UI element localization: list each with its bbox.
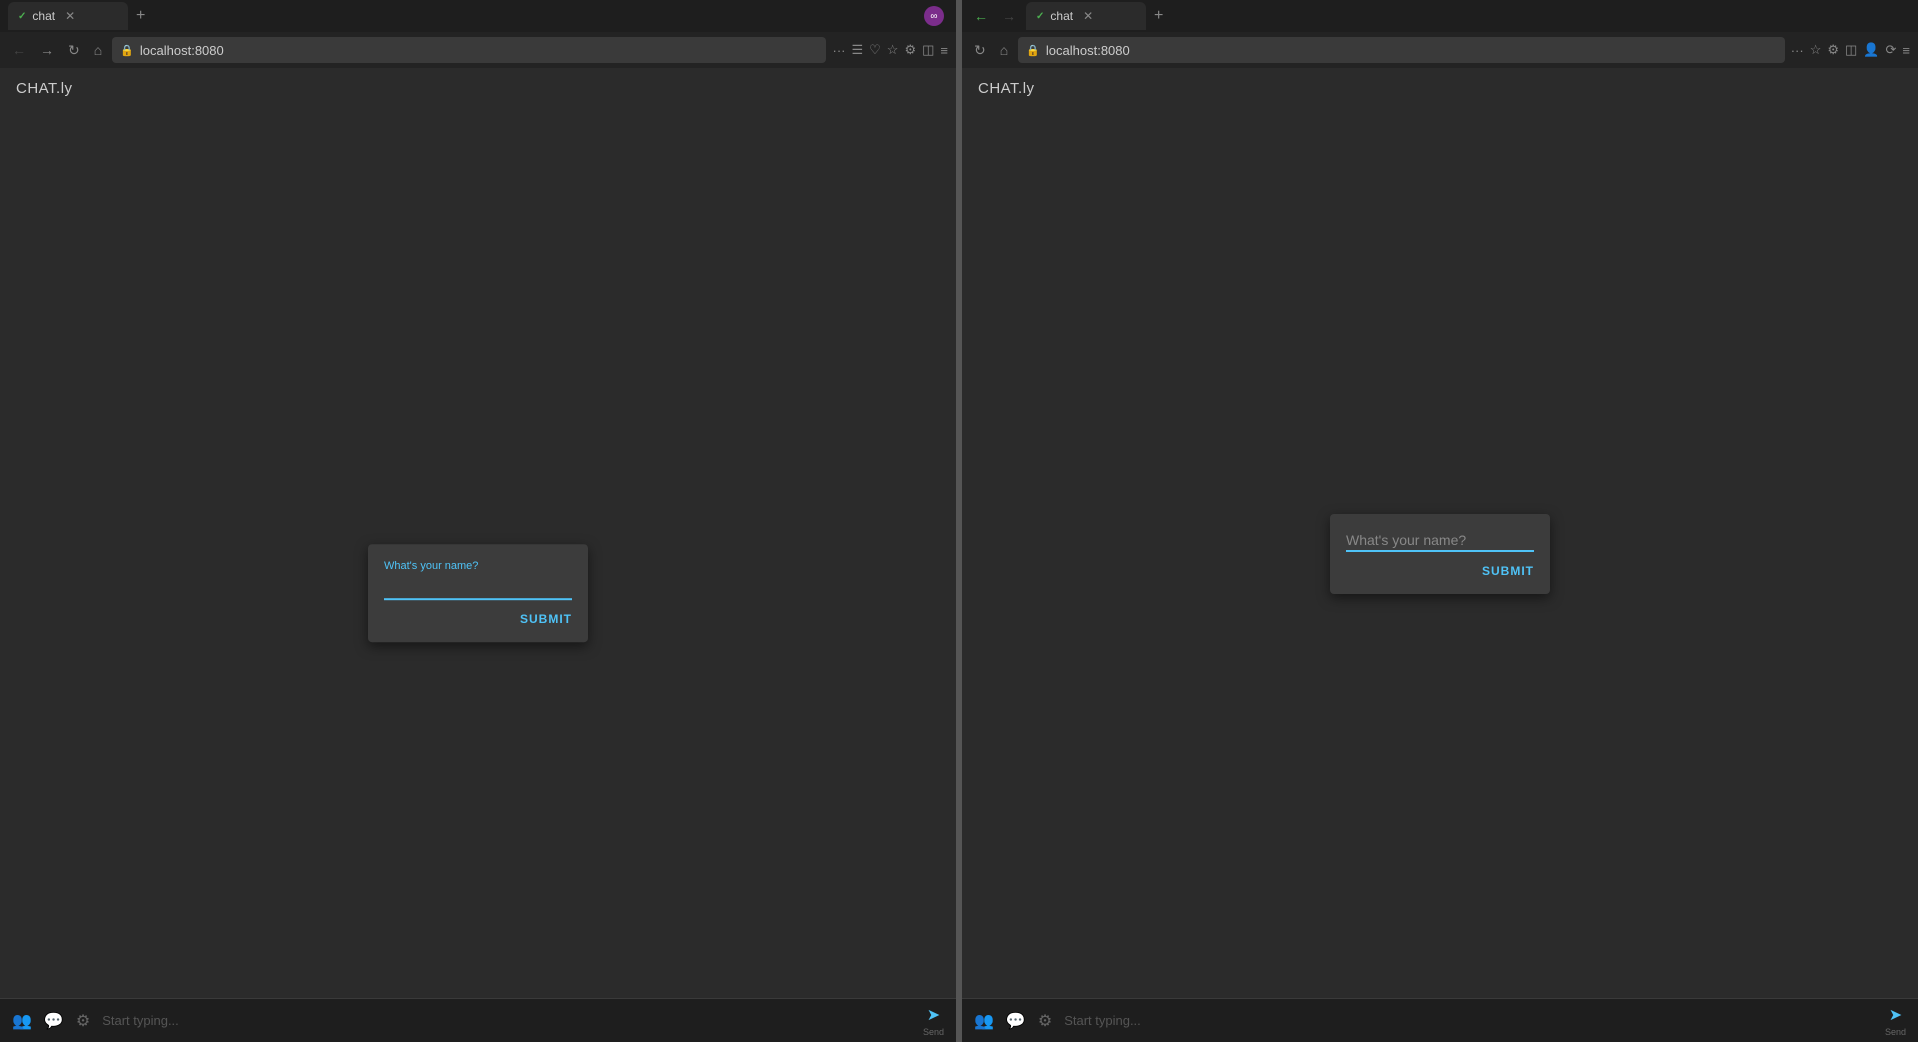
left-reload-button[interactable]: ↻ xyxy=(64,40,84,61)
right-active-tab[interactable]: ✓ chat ✕ xyxy=(1026,2,1146,30)
right-users-icon-nav[interactable]: 👤 xyxy=(1863,42,1879,58)
left-forward-button[interactable]: → xyxy=(36,40,58,60)
left-tab-title: chat xyxy=(32,9,55,23)
left-bottom-bar: 👥 💬 ⚙ ➤ Send xyxy=(0,998,956,1042)
right-dialog-submit-area: SUBMIT xyxy=(1346,564,1534,578)
right-name-input[interactable] xyxy=(1346,530,1534,552)
right-chat-bubble-icon[interactable]: 💬 xyxy=(1006,1011,1026,1031)
left-sync-icon: ∞ xyxy=(924,6,944,26)
left-reader-icon[interactable]: ☰ xyxy=(851,42,863,58)
right-tab-close-button[interactable]: ✕ xyxy=(1083,9,1093,23)
left-url-text: localhost:8080 xyxy=(140,43,819,58)
right-app-area: CHAT.ly SUBMIT 👥 💬 ⚙ ➤ Send xyxy=(962,68,1918,1042)
right-lock-icon: 🔒 xyxy=(1026,44,1040,57)
right-send-area: ➤ Send xyxy=(1885,1005,1906,1037)
right-tab-title: chat xyxy=(1050,9,1073,23)
left-address-bar[interactable]: 🔒 localhost:8080 xyxy=(112,37,826,63)
right-chat-content: SUBMIT xyxy=(962,109,1918,998)
left-users-icon[interactable]: 👥 xyxy=(12,1011,32,1031)
right-settings-icon[interactable]: ⚙ xyxy=(1038,1011,1052,1031)
right-sync-icon[interactable]: ⟳ xyxy=(1886,42,1897,58)
left-send-area: ➤ Send xyxy=(923,1005,944,1037)
right-reload-button[interactable]: ↻ xyxy=(970,40,990,61)
left-star-icon[interactable]: ☆ xyxy=(887,42,899,58)
left-app-area: CHAT.ly What's your name? SUBMIT 👥 💬 ⚙ ➤… xyxy=(0,68,956,1042)
right-back-button[interactable]: ← xyxy=(970,6,992,26)
left-dialog-label: What's your name? xyxy=(384,560,572,572)
left-active-tab[interactable]: ✓ chat ✕ xyxy=(8,2,128,30)
right-bottom-bar: 👥 💬 ⚙ ➤ Send xyxy=(962,998,1918,1042)
left-tab-close-button[interactable]: ✕ xyxy=(65,9,75,23)
right-users-icon[interactable]: 👥 xyxy=(974,1011,994,1031)
right-more-button[interactable]: ··· xyxy=(1791,43,1804,58)
left-browser-pane: ✓ chat ✕ + ∞ ← → ↻ ⌂ 🔒 localhost:8080 ··… xyxy=(0,0,959,1042)
right-send-button[interactable]: ➤ xyxy=(1889,1005,1902,1025)
right-tab-favicon: ✓ xyxy=(1036,11,1044,22)
left-message-input[interactable] xyxy=(102,1013,911,1028)
left-name-input[interactable] xyxy=(384,578,572,600)
right-new-tab-button[interactable]: + xyxy=(1154,7,1163,25)
left-bookmark-icon[interactable]: ♡ xyxy=(869,42,881,58)
left-app-title: CHAT.ly xyxy=(16,80,73,97)
left-nav-tools: ··· ☰ ♡ ☆ ⚙ ◫ ≡ xyxy=(832,42,948,58)
left-tab-favicon: ✓ xyxy=(18,11,26,22)
right-name-dialog: SUBMIT xyxy=(1330,514,1550,594)
right-title-bar: ← → ✓ chat ✕ + xyxy=(962,0,1918,32)
left-lock-icon: 🔒 xyxy=(120,44,134,57)
right-menu-icon[interactable]: ≡ xyxy=(1902,43,1910,58)
left-new-tab-button[interactable]: + xyxy=(136,7,145,25)
right-url-text: localhost:8080 xyxy=(1046,43,1777,58)
right-container-icon[interactable]: ◫ xyxy=(1845,42,1857,58)
left-nav-bar: ← → ↻ ⌂ 🔒 localhost:8080 ··· ☰ ♡ ☆ ⚙ ◫ ≡ xyxy=(0,32,956,68)
right-nav-bar: ↻ ⌂ 🔒 localhost:8080 ··· ☆ ⚙ ◫ 👤 ⟳ ≡ xyxy=(962,32,1918,68)
left-chat-bubble-icon[interactable]: 💬 xyxy=(44,1011,64,1031)
right-tools-icon[interactable]: ⚙ xyxy=(1827,42,1839,58)
left-settings-icon[interactable]: ⚙ xyxy=(76,1011,90,1031)
left-send-button[interactable]: ➤ xyxy=(927,1005,940,1025)
left-menu-icon[interactable]: ≡ xyxy=(940,43,948,58)
right-forward-button[interactable]: → xyxy=(998,6,1020,26)
right-app-header: CHAT.ly xyxy=(962,68,1918,109)
right-address-bar[interactable]: 🔒 localhost:8080 xyxy=(1018,37,1785,63)
left-chat-content: What's your name? SUBMIT xyxy=(0,109,956,998)
right-home-button[interactable]: ⌂ xyxy=(996,40,1012,60)
left-dialog-submit-area: SUBMIT xyxy=(384,612,572,626)
left-submit-button[interactable]: SUBMIT xyxy=(520,612,572,626)
right-message-input[interactable] xyxy=(1064,1013,1873,1028)
right-browser-pane: ← → ✓ chat ✕ + ↻ ⌂ 🔒 localhost:8080 ··· … xyxy=(962,0,1918,1042)
left-home-button[interactable]: ⌂ xyxy=(90,40,106,60)
right-submit-button[interactable]: SUBMIT xyxy=(1482,564,1534,578)
left-app-header: CHAT.ly xyxy=(0,68,956,109)
left-tools-icon[interactable]: ⚙ xyxy=(904,42,916,58)
right-app-title: CHAT.ly xyxy=(978,80,1035,97)
right-bookmark-icon[interactable]: ☆ xyxy=(1810,42,1822,58)
left-container-icon[interactable]: ◫ xyxy=(922,42,934,58)
left-more-button[interactable]: ··· xyxy=(832,43,845,58)
left-name-dialog: What's your name? SUBMIT xyxy=(368,544,588,642)
left-title-bar: ✓ chat ✕ + ∞ xyxy=(0,0,956,32)
left-send-label: Send xyxy=(923,1027,944,1037)
left-back-button[interactable]: ← xyxy=(8,40,30,60)
right-send-label: Send xyxy=(1885,1027,1906,1037)
right-nav-tools: ··· ☆ ⚙ ◫ 👤 ⟳ ≡ xyxy=(1791,42,1910,58)
